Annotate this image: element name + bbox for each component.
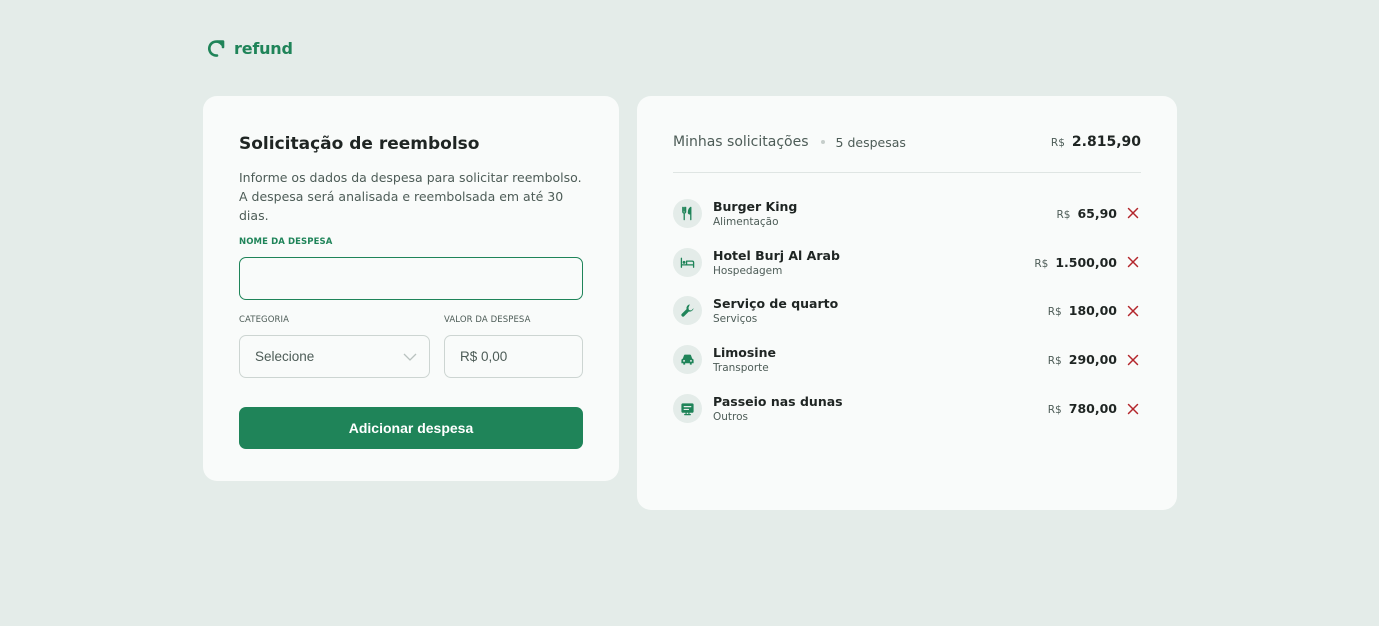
item-value: 290,00 (1068, 352, 1117, 368)
category-select[interactable]: Selecione (239, 335, 430, 378)
list-item: Burger King Alimentação R$ 65,90 (673, 189, 1141, 238)
item-value: 65,90 (1077, 205, 1117, 221)
car-icon (681, 354, 694, 365)
fork-knife-icon (682, 206, 692, 221)
expense-amount-label: VALOR DA DESPESA (444, 315, 531, 325)
refresh-arrow-icon (208, 40, 225, 57)
form-title: Solicitação de reembolso (239, 134, 480, 154)
wrench-icon (681, 304, 694, 318)
item-amount: R$ 1.500,00 (1034, 255, 1117, 270)
expense-name-label: NOME DA DESPESA (239, 237, 333, 247)
category-icon-badge (673, 345, 702, 375)
item-currency: R$ (1034, 257, 1049, 270)
requests-card: Minhas solicitações 5 despesas R$ 2.815,… (637, 96, 1177, 510)
item-name: Limosine (713, 345, 776, 361)
item-category: Transporte (713, 362, 769, 375)
category-icon-badge (673, 394, 702, 424)
expense-list: Burger King Alimentação R$ 65,90 Hotel B… (673, 189, 1141, 433)
item-amount: R$ 65,90 (1056, 206, 1117, 221)
category-icon-badge (673, 247, 702, 277)
item-name: Serviço de quarto (713, 296, 839, 312)
category-label: CATEGORIA (239, 315, 290, 325)
separator-dot (820, 140, 825, 144)
remove-icon[interactable] (1127, 403, 1139, 415)
item-category: Serviços (713, 313, 758, 326)
total-value: 2.815,90 (1071, 134, 1141, 150)
receipt-icon (681, 403, 694, 416)
item-value: 180,00 (1068, 303, 1117, 319)
brand-name: refund (234, 38, 293, 58)
brand-logo: refund (206, 37, 293, 59)
item-category: Outros (713, 411, 749, 424)
expense-amount-input[interactable] (444, 335, 583, 378)
remove-icon[interactable] (1127, 354, 1139, 366)
list-item: Serviço de quarto Serviços R$ 180,00 (673, 287, 1141, 336)
item-amount: R$ 290,00 (1048, 352, 1117, 367)
add-expense-button[interactable]: Adicionar despesa (239, 407, 583, 449)
item-info: Limosine Transporte (713, 345, 776, 374)
chevron-down-icon (403, 353, 417, 361)
expense-name-input[interactable] (239, 257, 583, 300)
item-name: Burger King (713, 198, 798, 214)
list-item: Passeio nas dunas Outros R$ 780,00 (673, 384, 1141, 433)
item-value: 1.500,00 (1055, 254, 1117, 270)
remove-icon[interactable] (1127, 256, 1139, 268)
form-description: Informe os dados da despesa para solicit… (239, 170, 582, 223)
requests-total: R$ 2.815,90 (1051, 134, 1141, 150)
reimbursement-form-card: Solicitação de reembolso Informe os dado… (203, 96, 619, 481)
list-item: Limosine Transporte R$ 290,00 (673, 335, 1141, 384)
category-icon-badge (673, 198, 702, 228)
item-info: Hotel Burj Al Arab Hospedagem (713, 248, 840, 277)
item-currency: R$ (1047, 404, 1062, 417)
item-info: Serviço de quarto Serviços (713, 296, 838, 325)
item-info: Burger King Alimentação (713, 199, 797, 228)
item-category: Hospedagem (713, 264, 783, 277)
requests-count: 5 despesas (835, 134, 906, 150)
bed-icon (680, 257, 695, 268)
item-category: Alimentação (713, 215, 779, 228)
category-selected-value: Selecione (255, 349, 315, 364)
requests-header: Minhas solicitações 5 despesas R$ 2.815,… (673, 132, 1141, 152)
item-amount: R$ 180,00 (1048, 303, 1117, 318)
total-currency: R$ (1050, 137, 1065, 149)
item-currency: R$ (1047, 306, 1062, 319)
item-currency: R$ (1047, 355, 1062, 368)
item-name: Passeio nas dunas (713, 394, 843, 410)
list-item: Hotel Burj Al Arab Hospedagem R$ 1.500,0… (673, 238, 1141, 287)
category-icon-badge (673, 296, 702, 326)
header-divider (673, 172, 1141, 173)
remove-icon[interactable] (1127, 305, 1139, 317)
item-currency: R$ (1056, 208, 1071, 221)
item-name: Hotel Burj Al Arab (713, 247, 840, 263)
item-amount: R$ 780,00 (1048, 401, 1117, 416)
item-value: 780,00 (1068, 401, 1117, 417)
requests-title: Minhas solicitações (673, 134, 809, 150)
remove-icon[interactable] (1127, 207, 1139, 219)
item-info: Passeio nas dunas Outros (713, 394, 843, 423)
